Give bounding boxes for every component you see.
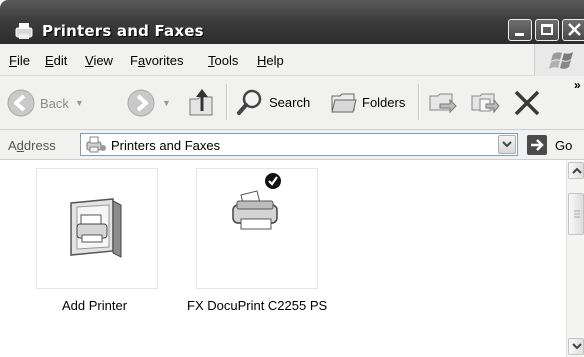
default-printer-icon xyxy=(232,173,281,230)
folders-icon xyxy=(331,93,357,113)
menu-view[interactable]: View xyxy=(85,53,113,68)
menu-file-rest: ile xyxy=(16,53,30,68)
back-dropdown-icon[interactable]: ▼ xyxy=(75,98,84,108)
close-icon xyxy=(568,23,581,36)
chevron-down-icon xyxy=(502,141,512,148)
address-label: Address xyxy=(8,138,56,153)
back-button[interactable]: Back ▼ xyxy=(6,88,84,118)
menu-favorites-rest: vorites xyxy=(145,53,184,68)
menu-edit-rest: dit xyxy=(53,53,68,68)
chevron-down-icon xyxy=(572,343,582,350)
add-printer-icon xyxy=(70,198,122,258)
forward-button[interactable]: ▼ xyxy=(126,88,171,118)
vertical-scrollbar[interactable] xyxy=(566,161,584,357)
scroll-down-button[interactable] xyxy=(568,338,584,355)
delete-x-icon xyxy=(514,90,540,116)
forward-arrow-icon xyxy=(127,89,155,117)
forward-dropdown-icon[interactable]: ▼ xyxy=(162,98,171,108)
search-button[interactable]: Search xyxy=(236,88,310,116)
search-icon xyxy=(237,89,262,115)
move-to-folder-icon xyxy=(429,93,457,114)
copy-to-folder-icon xyxy=(471,93,500,114)
menu-view-rest: iew xyxy=(93,53,113,68)
address-label-pre: A xyxy=(8,138,17,153)
toolbar-separator xyxy=(418,84,419,120)
back-arrow-icon xyxy=(7,89,35,117)
folders-button[interactable]: Folders xyxy=(330,88,405,116)
go-label[interactable]: Go xyxy=(555,138,572,153)
address-dropdown-button[interactable] xyxy=(498,135,516,154)
folders-label: Folders xyxy=(362,94,406,110)
windows-flag-icon xyxy=(549,52,573,69)
printers-list[interactable]: Add Printer FX DocuPrint C2255 PS xyxy=(0,161,566,357)
add-printer-item[interactable] xyxy=(36,168,158,289)
go-button[interactable] xyxy=(527,135,547,155)
scroll-thumb[interactable] xyxy=(568,193,584,235)
minimize-button[interactable] xyxy=(508,19,532,41)
add-printer-label[interactable]: Add Printer xyxy=(62,298,127,313)
address-field[interactable]: Printers and Faxes xyxy=(80,133,518,156)
up-folder-icon xyxy=(189,89,213,116)
chevron-up-icon xyxy=(572,167,582,174)
maximize-icon xyxy=(541,24,553,35)
scroll-up-button[interactable] xyxy=(568,162,584,179)
move-to-button[interactable] xyxy=(428,88,458,116)
menu-help[interactable]: Help xyxy=(257,53,284,68)
address-label-mnemonic: d xyxy=(16,138,24,153)
up-folder-button[interactable] xyxy=(186,85,218,119)
go-arrow-icon xyxy=(531,139,544,151)
toolbar: Back ▼ ▼ Search Folders » xyxy=(0,76,584,130)
back-label: Back xyxy=(40,95,69,111)
close-button[interactable] xyxy=(562,19,584,41)
toolbar-separator xyxy=(226,84,227,120)
title-bar[interactable]: Printers and Faxes xyxy=(0,0,584,44)
printers-folder-icon xyxy=(15,23,33,39)
printer-label[interactable]: FX DocuPrint C2255 PS xyxy=(187,298,327,313)
search-label: Search xyxy=(269,94,311,110)
printers-folder-small-icon xyxy=(86,136,106,153)
menu-favorites-pre: F xyxy=(130,53,138,68)
minimize-icon xyxy=(515,33,524,36)
windows-logo xyxy=(534,44,584,76)
address-value: Printers and Faxes xyxy=(111,138,221,153)
menu-file-mnemonic: F xyxy=(9,53,17,68)
menu-help-rest: elp xyxy=(266,53,284,68)
printer-item[interactable] xyxy=(196,168,318,289)
toolbar-overflow-chevron[interactable]: » xyxy=(574,78,581,92)
menu-file[interactable]: File xyxy=(9,53,30,68)
menu-edit[interactable]: Edit xyxy=(45,53,67,68)
copy-to-button[interactable] xyxy=(470,88,500,116)
address-bar: Address Printers and Faxes Go xyxy=(0,130,584,160)
menu-help-mnemonic: H xyxy=(257,53,267,68)
menu-edit-mnemonic: E xyxy=(45,53,54,68)
menu-bar: File Edit View Favorites Tools Help xyxy=(0,44,584,76)
grip-icon xyxy=(574,210,580,218)
menu-tools-rest: ools xyxy=(214,53,239,68)
maximize-button[interactable] xyxy=(535,19,559,41)
address-label-rest: dress xyxy=(23,138,56,153)
window-title: Printers and Faxes xyxy=(42,22,204,40)
menu-favorites[interactable]: Favorites xyxy=(130,53,183,68)
delete-button[interactable] xyxy=(512,88,542,118)
menu-tools[interactable]: Tools xyxy=(208,53,238,68)
